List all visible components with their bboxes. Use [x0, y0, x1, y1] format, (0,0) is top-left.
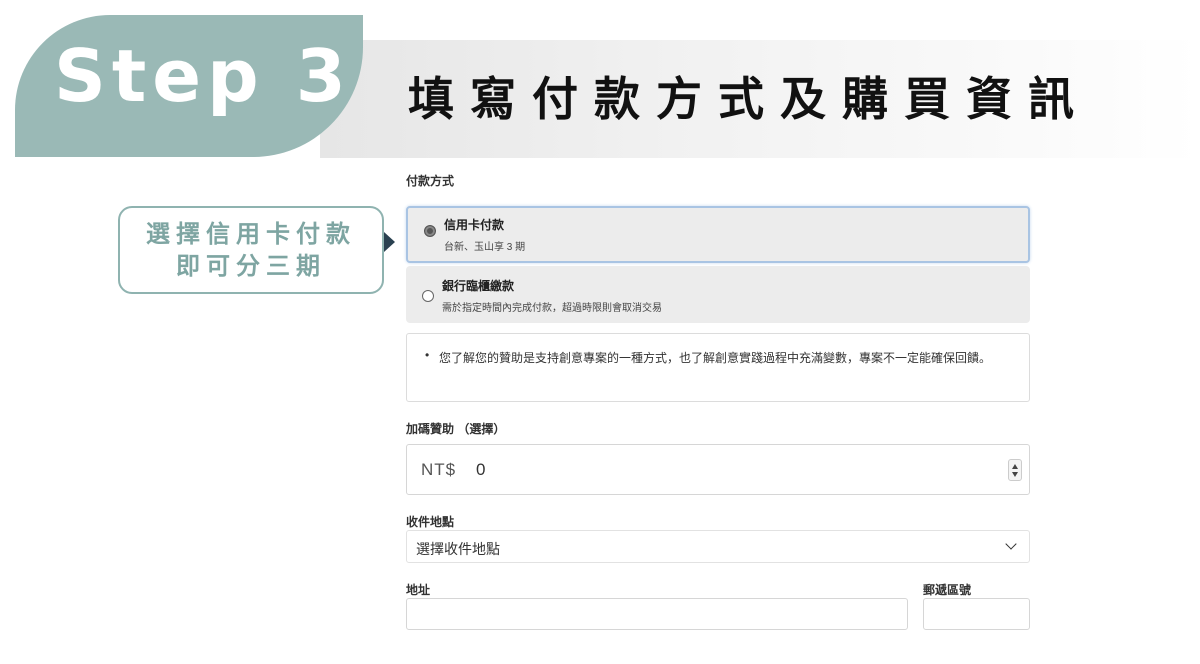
address-label: 地址	[406, 583, 431, 597]
option-subtitle: 台新、玉山享 3 期	[444, 242, 526, 253]
address-input[interactable]	[406, 598, 908, 630]
radio-unselected-icon[interactable]	[422, 290, 434, 302]
payment-option-credit-card[interactable]: 信用卡付款 台新、玉山享 3 期	[406, 206, 1030, 263]
step-label: Step 3	[54, 34, 352, 118]
page-title: 填寫付款方式及購買資訊	[408, 72, 1090, 126]
stepper-up-icon[interactable]	[1012, 464, 1018, 469]
pickup-location-label: 收件地點	[406, 515, 455, 529]
tip-callout: 選擇信用卡付款 即可分三期	[118, 206, 384, 294]
number-stepper[interactable]	[1008, 459, 1022, 481]
tip-line-2: 即可分三期	[176, 252, 326, 280]
tip-line-1: 選擇信用卡付款	[146, 220, 356, 248]
pickup-location-value: 選擇收件地點	[416, 541, 500, 557]
bullet-icon: •	[425, 348, 430, 362]
pickup-location-select[interactable]: 選擇收件地點	[406, 530, 1030, 563]
option-title: 信用卡付款	[444, 218, 505, 232]
option-subtitle: 需於指定時間內完成付款，超過時限則會取消交易	[442, 303, 662, 314]
disclaimer-text: 您了解您的贊助是支持創意專案的一種方式，也了解創意實踐過程中充滿變數，專案不一定…	[439, 351, 992, 365]
zip-code-label: 郵遞區號	[923, 583, 972, 597]
currency-label: NT$	[421, 460, 457, 479]
bonus-sponsor-label: 加碼贊助 （選擇）	[406, 422, 506, 436]
payment-method-label: 付款方式	[406, 174, 455, 188]
callout-arrow-icon	[384, 232, 395, 252]
bonus-amount-input[interactable]: NT$ 0	[406, 444, 1030, 495]
option-title: 銀行臨櫃繳款	[442, 279, 515, 293]
disclaimer-box: • 您了解您的贊助是支持創意專案的一種方式，也了解創意實踐過程中充滿變數，專案不…	[406, 333, 1030, 402]
payment-option-bank-counter[interactable]: 銀行臨櫃繳款 需於指定時間內完成付款，超過時限則會取消交易	[406, 266, 1030, 323]
amount-value[interactable]: 0	[476, 460, 485, 480]
zip-code-input[interactable]	[923, 598, 1030, 630]
stepper-down-icon[interactable]	[1012, 472, 1018, 477]
radio-selected-icon[interactable]	[424, 225, 436, 237]
chevron-down-icon	[1005, 538, 1017, 550]
